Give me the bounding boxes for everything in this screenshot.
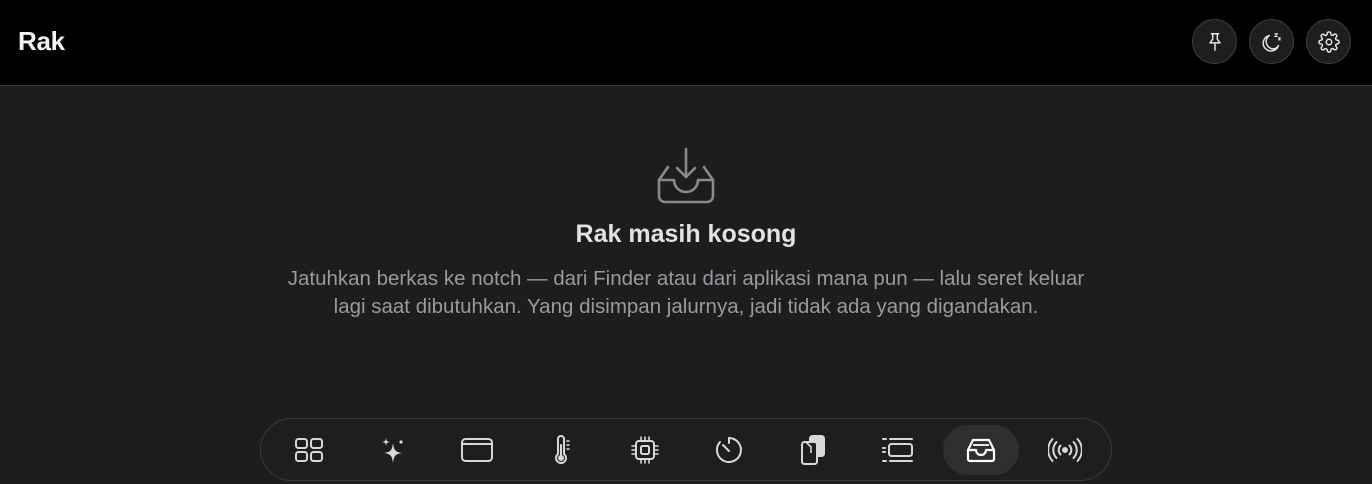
pin-icon: [1208, 32, 1221, 51]
module-dock: [260, 418, 1112, 481]
page-title: Rak: [18, 26, 65, 56]
dock-item-timer[interactable]: [691, 425, 767, 475]
settings-button[interactable]: [1306, 19, 1351, 64]
dock-item-sparkles[interactable]: [355, 425, 431, 475]
header-bar: Rak: [0, 0, 1372, 86]
dock-item-list[interactable]: [859, 425, 935, 475]
dock-item-cpu[interactable]: [607, 425, 683, 475]
rak-panel: Rak Rak masih kosong Jatuhkan berkas ke …: [0, 0, 1372, 484]
dock-item-window[interactable]: [439, 425, 515, 475]
empty-state-description: Jatuhkan berkas ke notch — dari Finder a…: [287, 267, 1085, 318]
clipboard-icon: [801, 435, 825, 465]
window-icon: [461, 438, 493, 462]
dock-item-grid[interactable]: [271, 425, 347, 475]
sleep-button[interactable]: [1249, 19, 1294, 64]
dock-item-clipboard[interactable]: [775, 425, 851, 475]
sparkles-icon: [382, 438, 403, 463]
tray-download-icon: [657, 147, 715, 204]
dock-item-shelf[interactable]: [943, 425, 1019, 475]
pin-button[interactable]: [1192, 19, 1237, 64]
cpu-chip-icon: [631, 436, 659, 464]
moon-sleep-icon: [1262, 32, 1281, 52]
thermometer-icon: [555, 435, 570, 464]
broadcast-icon: [1048, 438, 1082, 462]
list-panel-icon: [882, 438, 913, 462]
grid-icon: [295, 438, 323, 462]
gear-icon: [1317, 30, 1340, 53]
dock-item-broadcast[interactable]: [1027, 425, 1103, 475]
dock-item-temperature[interactable]: [523, 425, 599, 475]
tray-icon: [966, 438, 996, 463]
timer-icon: [715, 437, 742, 463]
empty-state-title: Rak masih kosong: [575, 220, 797, 248]
